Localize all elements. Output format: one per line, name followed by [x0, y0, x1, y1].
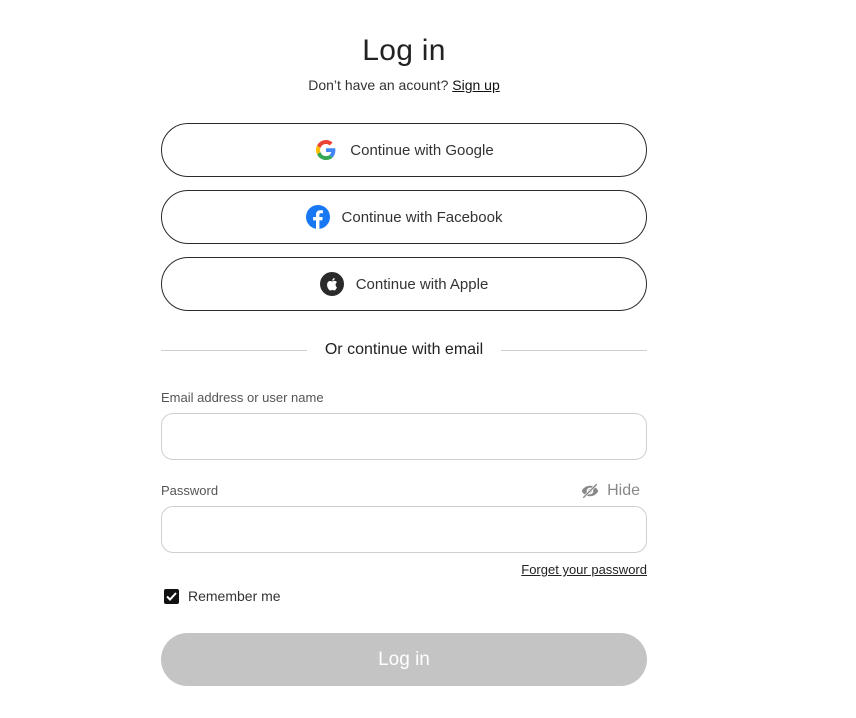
or-divider: Or continue with email [161, 340, 648, 360]
eye-slash-icon [581, 483, 599, 499]
signup-link[interactable]: Sign up [452, 77, 499, 93]
email-field[interactable] [161, 413, 647, 460]
facebook-icon [305, 205, 330, 229]
continue-with-google-button[interactable]: Continue with Google [161, 123, 647, 177]
google-button-label: Continue with Google [350, 141, 494, 159]
divider-line-right [501, 349, 648, 351]
signup-prompt: Don’t have an acount? Sign up [161, 77, 647, 93]
apple-icon [319, 272, 344, 296]
continue-with-facebook-button[interactable]: Continue with Facebook [161, 190, 647, 244]
email-label: Email address or user name [161, 390, 324, 405]
continue-with-apple-button[interactable]: Continue with Apple [161, 257, 647, 311]
password-label: Password [161, 483, 219, 498]
forgot-password-link[interactable]: Forget your password [521, 562, 647, 577]
login-button[interactable]: Log in [161, 633, 647, 686]
divider-text: Or continue with email [324, 341, 484, 358]
password-hide-toggle[interactable]: Hide [581, 482, 640, 500]
hide-label: Hide [607, 482, 640, 499]
remember-me-option[interactable]: Remember me [164, 588, 281, 604]
google-icon [314, 138, 338, 162]
remember-me-checkbox[interactable] [164, 588, 179, 604]
checkmark-icon [166, 591, 177, 601]
page-title: Log in [362, 34, 446, 67]
remember-me-label: Remember me [188, 588, 281, 604]
password-field[interactable] [161, 506, 647, 553]
apple-button-label: Continue with Apple [355, 275, 489, 293]
signup-prompt-text: Don’t have an acount? [308, 77, 449, 93]
divider-line-left [161, 349, 307, 351]
facebook-button-label: Continue with Facebook [341, 208, 503, 226]
